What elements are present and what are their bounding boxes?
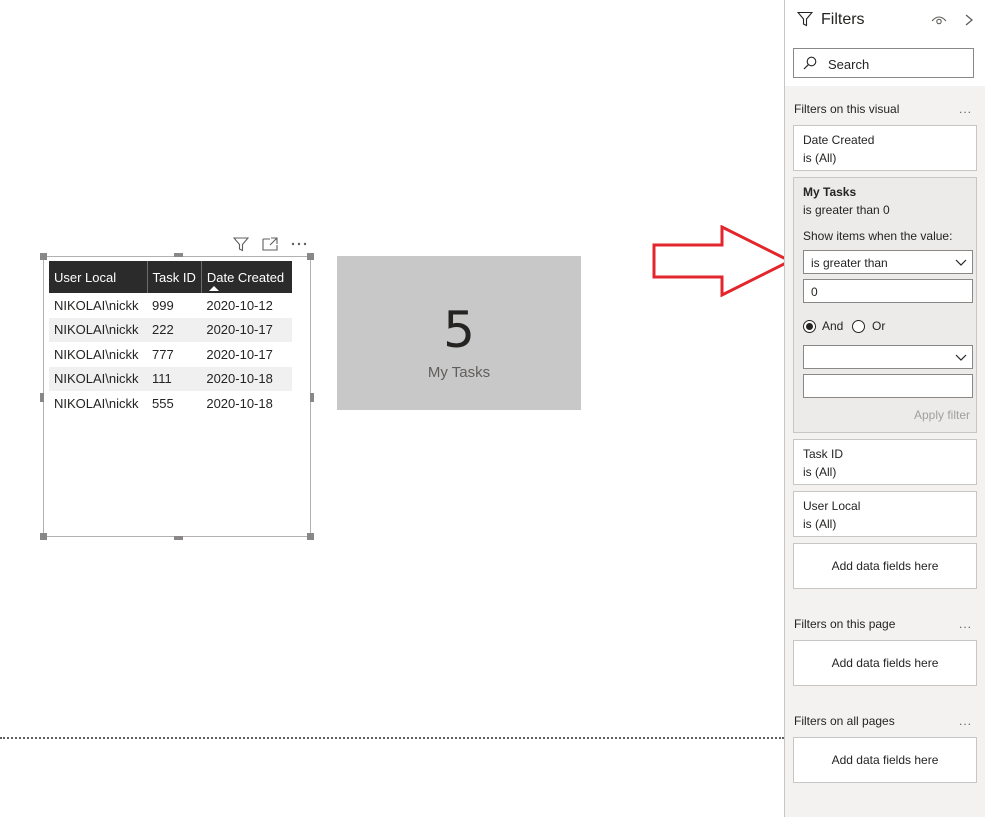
table-row: NIKOLAI\nickk 555 2020-10-18 xyxy=(49,391,292,416)
resize-handle[interactable] xyxy=(40,253,47,260)
second-condition-operator-dropdown[interactable] xyxy=(803,345,973,369)
focus-mode-icon[interactable] xyxy=(261,235,279,253)
filter-card-state: is (All) xyxy=(803,151,837,165)
resize-handle[interactable] xyxy=(40,393,44,402)
resize-handle[interactable] xyxy=(310,393,314,402)
table-cell: 2020-10-18 xyxy=(206,395,273,411)
more-options-icon[interactable]: ... xyxy=(959,714,972,728)
condition-operator-value: is greater than xyxy=(811,256,888,270)
filter-card-state: is greater than 0 xyxy=(803,203,890,217)
column-header-label: Date Created xyxy=(206,269,285,285)
more-options-icon[interactable] xyxy=(290,235,308,253)
and-radio[interactable] xyxy=(803,320,816,333)
card-value: 5 xyxy=(443,301,475,359)
filter-pane-title: Filters xyxy=(821,11,865,28)
or-radio[interactable] xyxy=(852,320,865,333)
filter-card-my-tasks[interactable]: My Tasks is greater than 0 Show items wh… xyxy=(793,177,977,433)
resize-handle[interactable] xyxy=(307,253,314,260)
more-options-icon[interactable]: ... xyxy=(959,617,972,631)
table-cell: 2020-10-17 xyxy=(206,346,273,362)
table-row: NIKOLAI\nickk 222 2020-10-17 xyxy=(49,317,292,342)
table-cell: 777 xyxy=(152,346,174,362)
sort-ascending-icon xyxy=(208,286,219,291)
resize-handle[interactable] xyxy=(40,533,47,540)
annotation-arrow-icon xyxy=(652,225,794,297)
visual-header xyxy=(232,235,308,253)
column-header-task-id[interactable]: Task ID xyxy=(146,261,202,293)
table-cell: NIKOLAI\nickk xyxy=(54,297,139,313)
eye-icon[interactable] xyxy=(931,13,947,27)
card-visual[interactable]: 5 My Tasks xyxy=(337,256,581,410)
filter-card-state: is (All) xyxy=(803,465,837,479)
condition-value-input[interactable]: 0 xyxy=(803,279,973,303)
filter-card-date-created[interactable]: Date Created is (All) xyxy=(793,125,977,171)
report-canvas[interactable]: User Local Task ID Date Created NIKOLAI\… xyxy=(0,0,794,817)
filter-pane-header: Filters xyxy=(785,0,985,40)
filter-search-box[interactable] xyxy=(793,48,974,78)
page-boundary-divider xyxy=(0,737,784,739)
section-title-page-filters: Filters on this page xyxy=(794,617,896,631)
or-radio-label[interactable]: Or xyxy=(872,319,885,333)
section-title-all-pages-filters: Filters on all pages xyxy=(794,714,895,728)
condition-value-text: 0 xyxy=(811,285,818,299)
table-cell: 111 xyxy=(147,366,202,391)
show-items-label: Show items when the value: xyxy=(803,229,953,243)
resize-handle[interactable] xyxy=(174,253,183,257)
add-data-fields-visual[interactable]: Add data fields here xyxy=(793,543,977,589)
table-cell: 222 xyxy=(147,317,202,342)
filter-card-name: Task ID xyxy=(803,447,844,461)
table-header-row: User Local Task ID Date Created xyxy=(49,261,292,293)
add-data-fields-all-pages[interactable]: Add data fields here xyxy=(793,737,977,783)
filter-pane: Filters Filters on this visual ... Date … xyxy=(784,0,985,817)
add-data-fields-page[interactable]: Add data fields here xyxy=(793,640,977,686)
table-row: NIKOLAI\nickk 777 2020-10-17 xyxy=(49,342,292,367)
apply-filter-button[interactable]: Apply filter xyxy=(914,408,970,422)
condition-operator-dropdown[interactable]: is greater than xyxy=(803,250,973,274)
table-cell: 2020-10-18 xyxy=(201,366,292,391)
search-icon xyxy=(803,56,817,70)
filter-card-name: My Tasks xyxy=(803,185,857,199)
filter-icon[interactable] xyxy=(232,235,250,253)
filter-card-name: Date Created xyxy=(803,133,875,147)
table-cell: 555 xyxy=(152,395,174,411)
column-header-user-local[interactable]: User Local xyxy=(49,261,147,293)
filter-card-state: is (All) xyxy=(803,517,837,531)
table-cell: 2020-10-12 xyxy=(206,297,273,313)
second-condition-value-input[interactable] xyxy=(803,374,973,398)
more-options-icon[interactable]: ... xyxy=(959,102,972,116)
chevron-right-icon[interactable] xyxy=(963,12,975,28)
table-cell: 999 xyxy=(152,297,174,313)
table-cell: NIKOLAI\nickk xyxy=(49,317,147,342)
filter-card-task-id[interactable]: Task ID is (All) xyxy=(793,439,977,485)
resize-handle[interactable] xyxy=(307,533,314,540)
table-cell: NIKOLAI\nickk xyxy=(54,346,139,362)
search-input[interactable] xyxy=(828,55,968,73)
column-header-date-created[interactable]: Date Created xyxy=(200,261,292,293)
table-row: NIKOLAI\nickk 999 2020-10-12 xyxy=(49,293,292,318)
data-table: User Local Task ID Date Created NIKOLAI\… xyxy=(49,261,292,416)
table-cell: 2020-10-17 xyxy=(201,317,292,342)
resize-handle[interactable] xyxy=(174,536,183,540)
table-row: NIKOLAI\nickk 111 2020-10-18 xyxy=(49,366,292,391)
filter-card-name: User Local xyxy=(803,499,861,513)
and-radio-label[interactable]: And xyxy=(822,319,843,333)
card-label: My Tasks xyxy=(427,364,491,381)
filter-card-user-local[interactable]: User Local is (All) xyxy=(793,491,977,537)
table-cell: NIKOLAI\nickk xyxy=(54,395,139,411)
filter-icon xyxy=(797,11,813,27)
section-title-visual-filters: Filters on this visual xyxy=(794,102,900,116)
chevron-down-icon xyxy=(955,354,967,361)
table-cell: NIKOLAI\nickk xyxy=(49,366,147,391)
chevron-down-icon xyxy=(955,259,967,266)
